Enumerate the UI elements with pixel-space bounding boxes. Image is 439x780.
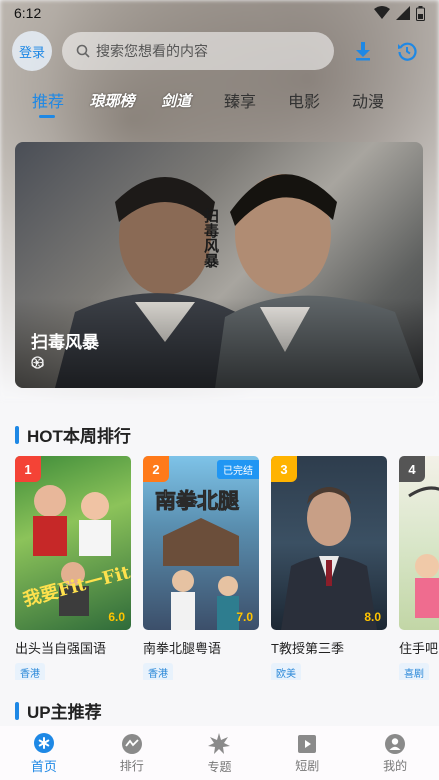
tab-langyabang-logo: 琅琊榜 xyxy=(89,91,135,110)
score-label: 6.0 xyxy=(108,610,125,624)
hot-card-poster: 4 xyxy=(399,456,439,630)
poster-title-text: 南拳北腿 xyxy=(155,488,239,513)
status-icons xyxy=(374,5,425,21)
status-time: 6:12 xyxy=(14,5,42,21)
completed-badge: 已完结 xyxy=(217,460,259,479)
home-asterisk-icon xyxy=(33,732,54,753)
history-button[interactable] xyxy=(392,36,422,66)
region-tag: 欧美 xyxy=(271,663,301,680)
tab-premium-label: 臻享 xyxy=(223,94,256,111)
hot-card[interactable]: 3 8.0 T教授第三季 欧美 xyxy=(271,456,387,680)
nav-home-label: 首页 xyxy=(30,758,57,774)
search-icon xyxy=(76,44,90,58)
history-icon xyxy=(398,42,417,61)
nav-ranking[interactable]: 排行 xyxy=(88,726,176,780)
top-bar: 登录 搜索您想看的内容 xyxy=(0,30,439,72)
hot-card-title: 南拳北腿粤语 xyxy=(143,641,222,656)
tab-langyabang[interactable]: 琅琊榜 xyxy=(80,84,144,116)
banner-play-count: 33 xyxy=(31,356,44,370)
tab-jiandao-logo: 剑道 xyxy=(160,91,191,110)
rank-badge: 4 xyxy=(399,456,425,482)
nav-shorts-label: 短剧 xyxy=(295,758,320,773)
rank-badge: 1 xyxy=(15,456,41,482)
battery-icon xyxy=(416,5,425,21)
tab-jiandao[interactable]: 剑道 xyxy=(144,84,208,116)
rank-badge: 2 xyxy=(143,456,169,482)
hot-section-title: HOT本周排行 xyxy=(27,427,131,446)
hot-card-poster: 南拳北腿 2 已完结 7.0 xyxy=(143,456,259,630)
nav-topic[interactable]: 专题 xyxy=(176,726,264,780)
hot-card[interactable]: 4 住手吧 喜剧 xyxy=(399,456,439,680)
region-tag: 喜剧 xyxy=(399,663,429,680)
hot-card[interactable]: 南拳北腿 2 已完结 7.0 南拳北腿粤语 香港 xyxy=(143,456,259,680)
rank-badge: 3 xyxy=(271,456,297,482)
search-input[interactable]: 搜索您想看的内容 xyxy=(62,32,334,70)
up-section-title: UP主推荐 xyxy=(27,703,102,722)
signal-icon xyxy=(396,6,410,20)
nav-home[interactable]: 首页 xyxy=(0,726,88,780)
up-section-header: UP主推荐 xyxy=(15,698,102,723)
hot-card-poster: 3 8.0 xyxy=(271,456,387,630)
tab-anime[interactable]: 动漫 xyxy=(336,84,400,116)
banner-title: 扫毒风暴 xyxy=(31,333,99,352)
tab-premium[interactable]: 臻享 xyxy=(208,84,272,116)
hot-card-poster: 我要Fit一Fit 1 6.0 xyxy=(15,456,131,630)
poster-art xyxy=(281,487,377,630)
play-count-icon xyxy=(31,356,44,369)
hot-card-title: 住手吧 xyxy=(399,641,439,656)
login-button[interactable]: 登录 xyxy=(12,31,52,71)
hot-section-header: HOT本周排行 xyxy=(15,422,131,447)
tab-movie[interactable]: 电影 xyxy=(272,84,336,116)
banner-poster-text: 扫毒风暴 xyxy=(202,208,220,269)
region-tag: 香港 xyxy=(15,663,45,680)
search-placeholder: 搜索您想看的内容 xyxy=(96,43,208,59)
hot-card-title: 出头当自强国语 xyxy=(15,641,107,656)
tab-recommend-label: 推荐 xyxy=(31,94,64,111)
tab-recommend[interactable]: 推荐 xyxy=(16,84,80,118)
hot-card-title: T教授第三季 xyxy=(271,641,344,656)
download-button[interactable] xyxy=(348,36,378,66)
hot-card[interactable]: 我要Fit一Fit 1 6.0 出头当自强国语 香港 xyxy=(15,456,131,680)
status-bar: 6:12 xyxy=(0,0,439,26)
nav-topic-label: 专题 xyxy=(207,759,232,774)
tab-movie-label: 电影 xyxy=(287,94,320,111)
ranking-chat-icon xyxy=(121,733,142,754)
wifi-icon xyxy=(374,6,390,19)
category-tabs: 推荐 琅琊榜 剑道 臻享 电影 动漫 xyxy=(0,84,439,120)
featured-banner[interactable]: 扫毒风暴 扫毒风暴 33 xyxy=(15,142,423,388)
hot-ranking-list: 我要Fit一Fit 1 6.0 出头当自强国语 香港 南拳北腿 2 已完结 7.… xyxy=(15,456,439,680)
poster-art xyxy=(408,486,439,618)
score-label: 7.0 xyxy=(236,610,253,624)
download-icon xyxy=(356,42,370,61)
profile-icon xyxy=(385,733,406,754)
section-accent-bar xyxy=(15,701,19,720)
nav-ranking-label: 排行 xyxy=(119,758,144,773)
tab-anime-label: 动漫 xyxy=(351,94,384,111)
poster-art: 我要Fit一Fit xyxy=(21,485,131,616)
section-accent-bar xyxy=(15,425,19,444)
poster-art: 南拳北腿 xyxy=(155,488,239,630)
play-square-icon xyxy=(298,734,317,753)
region-tag: 香港 xyxy=(143,663,173,680)
nav-shorts[interactable]: 短剧 xyxy=(263,726,351,780)
score-label: 8.0 xyxy=(364,610,381,624)
topic-burst-icon xyxy=(208,732,231,754)
bottom-nav: 首页 排行 专题 短剧 我的 xyxy=(0,726,439,780)
nav-profile[interactable]: 我的 xyxy=(351,726,439,780)
nav-profile-label: 我的 xyxy=(383,758,408,773)
